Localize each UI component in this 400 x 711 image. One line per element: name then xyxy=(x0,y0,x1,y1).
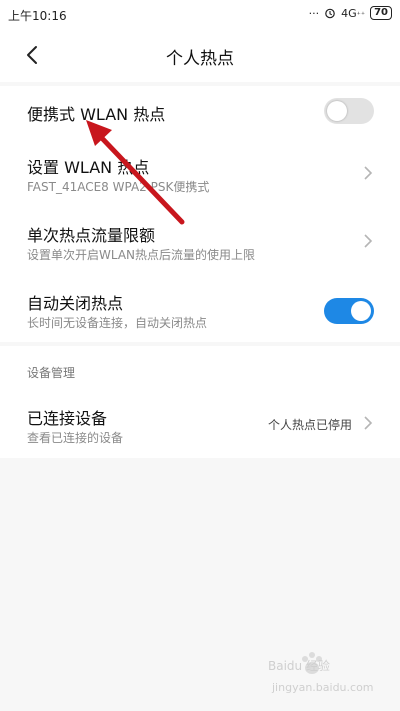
hotspot-settings-section: 便携式 WLAN 热点 设置 WLAN 热点 FAST_41ACE8 WPA2 … xyxy=(0,86,400,342)
toggle-knob xyxy=(351,301,371,321)
row-setup-hotspot[interactable]: 设置 WLAN 热点 FAST_41ACE8 WPA2 PSK便携式 xyxy=(0,146,400,204)
network-type: 4G⁺⁺ xyxy=(341,6,366,20)
row-label: 已连接设备 xyxy=(27,409,108,428)
device-management-section: 设备管理 已连接设备 查看已连接的设备 个人热点已停用 xyxy=(0,346,400,458)
status-bar: 上午10:16 ··· 4G⁺⁺ 70 xyxy=(0,0,400,30)
row-subtitle: FAST_41ACE8 WPA2 PSK便携式 xyxy=(27,180,210,194)
row-label: 自动关闭热点 xyxy=(27,294,124,313)
watermark-logo: Baidu 经验 jingyan.baidu.com xyxy=(268,651,378,701)
section-header: 设备管理 xyxy=(27,366,76,380)
row-label: 设置 WLAN 热点 xyxy=(27,158,150,177)
watermark-url: jingyan.baidu.com xyxy=(272,681,374,694)
watermark-brand: Baidu 经验 xyxy=(268,659,330,673)
row-label: 便携式 WLAN 热点 xyxy=(27,105,166,124)
page-title: 个人热点 xyxy=(166,48,234,69)
status-time: 上午10:16 xyxy=(8,8,67,23)
auto-close-toggle[interactable] xyxy=(324,298,374,324)
portable-hotspot-toggle[interactable] xyxy=(324,98,374,124)
chevron-right-icon xyxy=(364,166,373,180)
row-label: 单次热点流量限额 xyxy=(27,226,156,245)
title-bar: 个人热点 xyxy=(0,30,400,82)
hotspot-status-value: 个人热点已停用 xyxy=(267,418,352,432)
chevron-right-icon xyxy=(364,416,373,430)
row-subtitle: 查看已连接的设备 xyxy=(27,431,124,445)
row-subtitle: 长时间无设备连接，自动关闭热点 xyxy=(27,316,208,330)
status-icons: ··· 4G⁺⁺ 70 xyxy=(309,6,392,20)
alarm-icon xyxy=(325,8,335,19)
row-portable-hotspot[interactable]: 便携式 WLAN 热点 xyxy=(0,86,400,138)
row-data-limit[interactable]: 单次热点流量限额 设置单次开启WLAN热点后流量的使用上限 xyxy=(0,214,400,272)
toggle-knob xyxy=(327,101,347,121)
row-auto-close[interactable]: 自动关闭热点 长时间无设备连接，自动关闭热点 xyxy=(0,282,400,340)
chevron-right-icon xyxy=(364,234,373,248)
row-connected-devices[interactable]: 已连接设备 查看已连接的设备 个人热点已停用 xyxy=(0,396,400,454)
row-subtitle: 设置单次开启WLAN热点后流量的使用上限 xyxy=(27,248,256,262)
battery-indicator: 70 xyxy=(370,6,392,20)
notification-dots: ··· xyxy=(308,6,320,20)
back-arrow-icon[interactable] xyxy=(22,44,44,66)
